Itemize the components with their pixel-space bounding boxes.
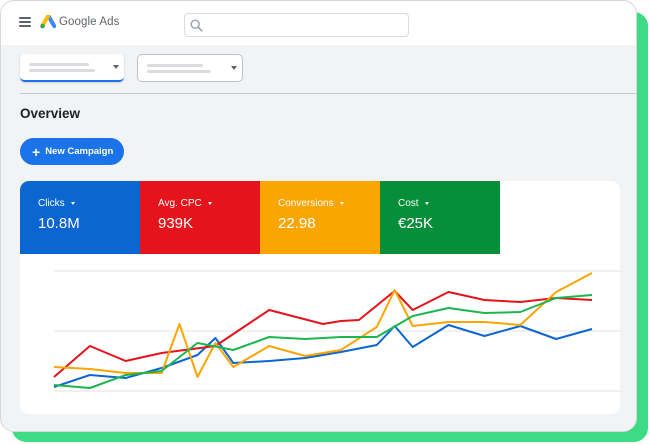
caret-down-icon <box>339 202 344 205</box>
metric-value: 10.8M <box>38 215 80 232</box>
new-campaign-label: New Campaign <box>45 146 114 157</box>
app-brand-name: Google Ads <box>59 16 120 28</box>
search-input[interactable] <box>209 17 403 35</box>
performance-line-chart <box>53 270 620 392</box>
caret-down-icon <box>207 202 212 205</box>
new-campaign-button[interactable]: + New Campaign <box>20 138 124 165</box>
chart-series-line-2 <box>53 272 593 378</box>
page-title: Overview <box>20 106 81 121</box>
metric-value: 939K <box>158 215 194 232</box>
app-window: Google Ads Overview + New Campaign Click… <box>0 0 637 432</box>
metric-value: 22.98 <box>278 215 316 232</box>
dropdown-arrow-icon <box>113 65 119 69</box>
chart-series-line-3 <box>53 294 593 389</box>
caret-down-icon <box>424 202 429 205</box>
account-dropdown[interactable] <box>20 54 124 82</box>
metric-value: €25K <box>398 215 434 232</box>
caret-down-icon <box>70 202 75 205</box>
plus-icon: + <box>32 143 41 160</box>
chart-series-line-1 <box>53 290 593 378</box>
dropdown-placeholder-line <box>147 64 203 67</box>
search-box[interactable] <box>184 13 409 37</box>
overview-card: Clicks 10.8M Avg. CPC 939K Conversions 2… <box>20 181 620 414</box>
menu-icon[interactable] <box>19 17 31 27</box>
dropdown-placeholder-line <box>29 69 95 72</box>
filter-dropdown[interactable] <box>137 54 243 82</box>
metric-label: Clicks <box>38 198 75 209</box>
dropdown-placeholder-line <box>29 63 89 66</box>
chart-series-line-0 <box>53 324 593 388</box>
metric-label: Conversions <box>278 198 344 209</box>
search-icon <box>190 19 203 32</box>
google-ads-logo-icon <box>40 15 56 29</box>
metric-label: Cost <box>398 198 429 209</box>
metric-tab-cost[interactable]: Cost €25K <box>380 181 500 254</box>
metric-tab-conversions[interactable]: Conversions 22.98 <box>260 181 380 254</box>
top-bar: Google Ads <box>1 1 636 45</box>
dropdown-placeholder-line <box>147 70 211 73</box>
dropdown-arrow-icon <box>231 66 237 70</box>
metric-tab-clicks[interactable]: Clicks 10.8M <box>20 181 140 254</box>
metric-label: Avg. CPC <box>158 198 212 209</box>
metric-tab-avg-cpc[interactable]: Avg. CPC 939K <box>140 181 260 254</box>
section-divider <box>20 93 636 94</box>
